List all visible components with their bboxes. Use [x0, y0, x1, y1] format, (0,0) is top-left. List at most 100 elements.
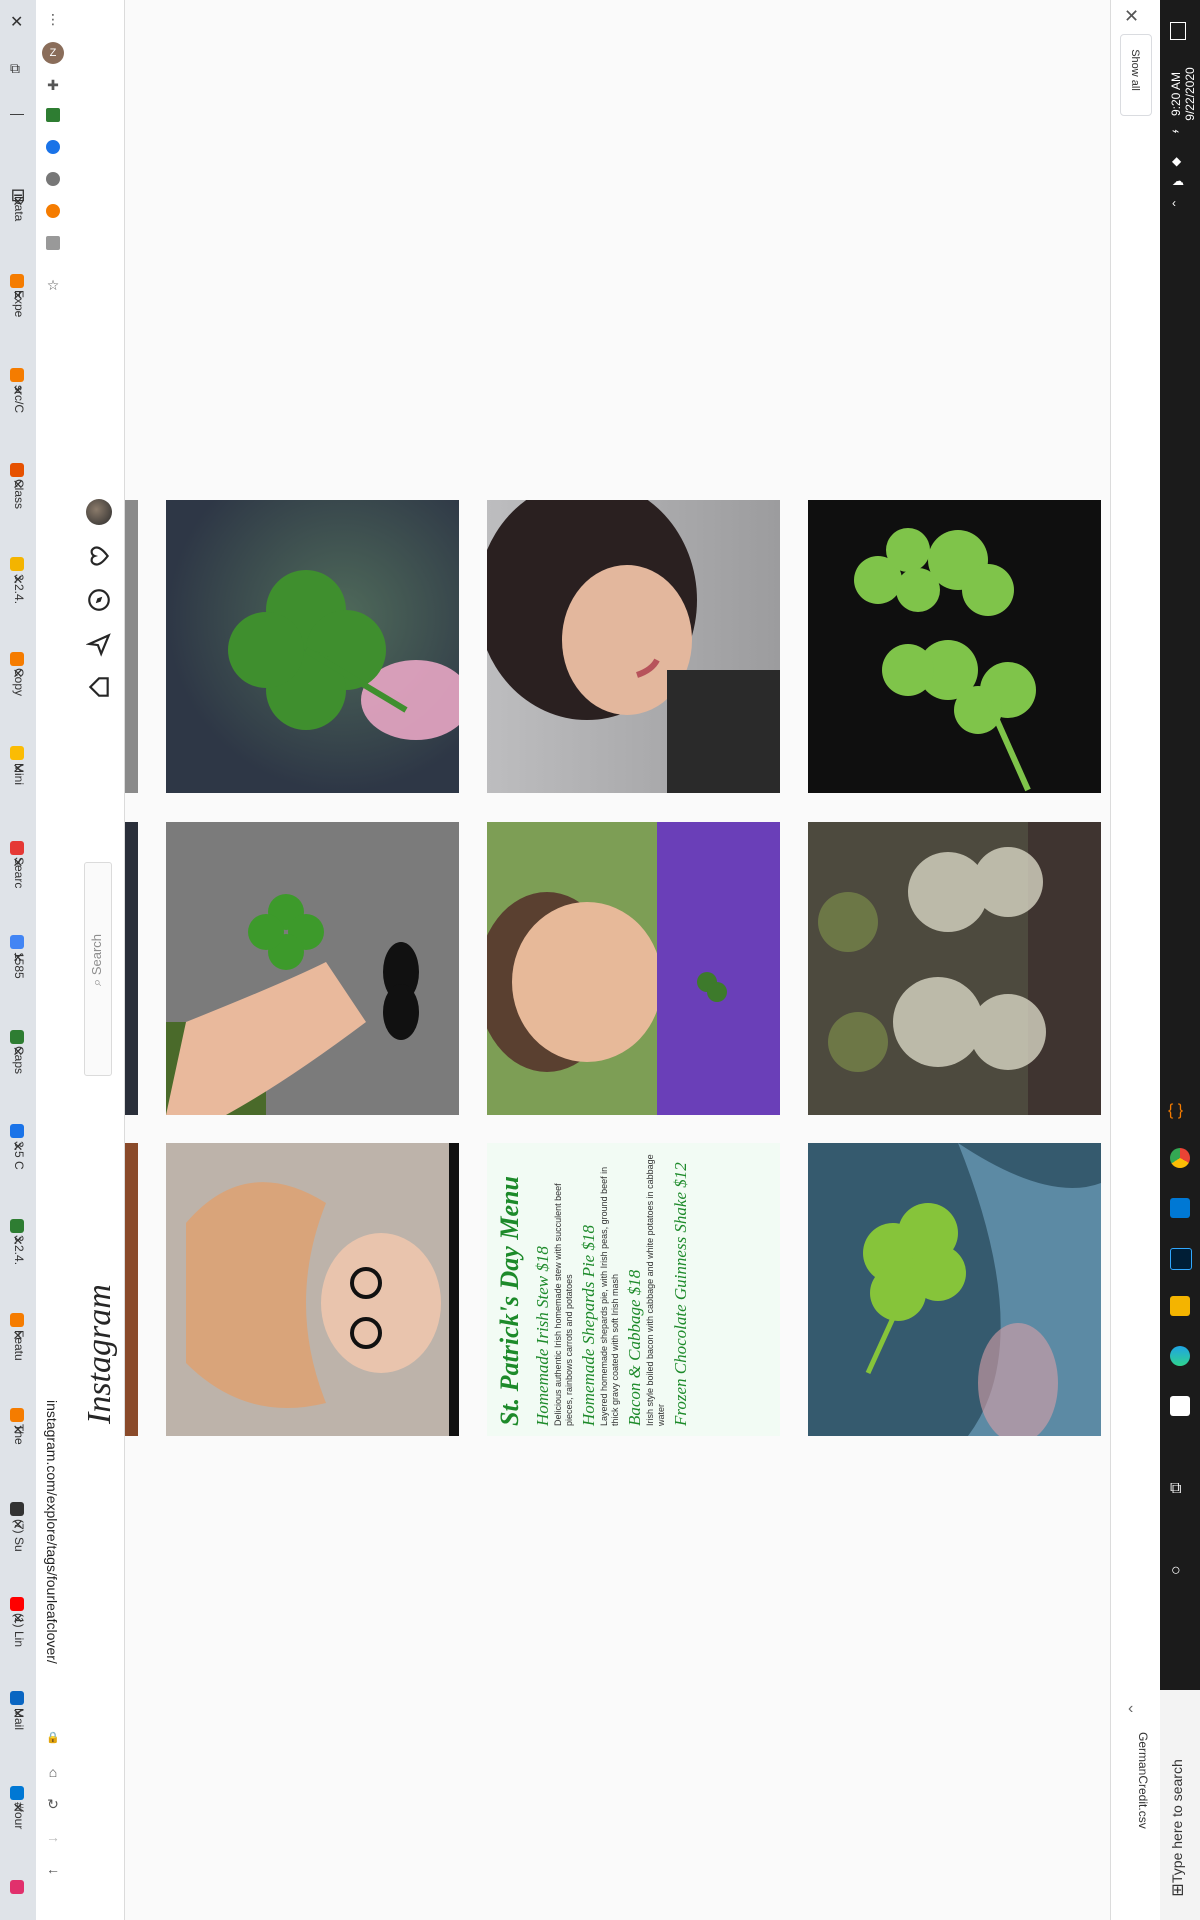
extension-icon-4[interactable]: [46, 204, 60, 218]
post-tile-clovers-sequins[interactable]: [808, 500, 1101, 793]
browser-tab[interactable]: The ✕: [0, 1422, 36, 1516]
office-taskbar-icon[interactable]: [1170, 1396, 1190, 1416]
tab-close-icon[interactable]: ✕: [10, 288, 26, 304]
tab-close-icon[interactable]: ✕: [10, 855, 26, 871]
extensions-icon[interactable]: ✚: [42, 74, 64, 96]
tab-close-icon[interactable]: ✕: [10, 1044, 26, 1060]
menu-item-name: Homemade Shepards Pie $18: [579, 1225, 598, 1426]
partial-post-tile[interactable]: [125, 1143, 138, 1436]
onedrive-icon[interactable]: ☁: [1172, 174, 1184, 188]
windows-taskbar: [1160, 0, 1200, 1920]
outlook-taskbar-icon[interactable]: [1170, 1198, 1190, 1218]
direct-messages-icon[interactable]: [86, 631, 112, 657]
brackets-taskbar-icon[interactable]: { }: [1168, 1102, 1183, 1120]
download-options-chevron-icon[interactable]: ‹: [1128, 1700, 1133, 1718]
browser-tab[interactable]: Featu ✕: [0, 1328, 36, 1422]
windows-start-icon[interactable]: ⊞: [1171, 1880, 1184, 1900]
browser-tab[interactable]: Mail ✕: [0, 1706, 36, 1800]
tab-close-icon[interactable]: ✕: [10, 1139, 26, 1155]
browser-tab[interactable]: Copy ✕: [0, 666, 36, 760]
edge-taskbar-icon[interactable]: [1170, 1346, 1190, 1366]
post-tile-st-patricks-menu[interactable]: St. Patrick's Day Menu Homemade Irish Ste…: [487, 1143, 780, 1436]
instagram-logo[interactable]: Instagram: [81, 1284, 119, 1424]
restore-window-icon[interactable]: ⧉: [10, 60, 20, 77]
tab-close-icon[interactable]: ✕: [10, 1611, 26, 1627]
post-tile-clover-tulip[interactable]: [166, 500, 459, 793]
browser-tab[interactable]: Caps ✕: [0, 1044, 36, 1138]
extension-icon-3[interactable]: [46, 172, 60, 186]
lock-icon: 🔒: [46, 1732, 60, 1744]
back-icon[interactable]: ←: [42, 1858, 64, 1880]
browser-tab[interactable]: Class ✕: [0, 477, 36, 571]
menu-item-description: Layered homemade shepards pie, with Iris…: [599, 1166, 620, 1426]
file-explorer-taskbar-icon[interactable]: [1170, 1296, 1190, 1316]
menu-icon[interactable]: ⋮: [42, 8, 64, 30]
post-tile-woman-portrait[interactable]: [487, 500, 780, 793]
close-window-icon[interactable]: ✕: [10, 12, 23, 32]
photoshop-taskbar-icon[interactable]: [1170, 1248, 1192, 1270]
tab-close-icon[interactable]: ✕: [10, 666, 26, 682]
profile-avatar[interactable]: Z: [42, 42, 64, 64]
tab-close-icon[interactable]: ✕: [10, 950, 26, 966]
explore-compass-icon[interactable]: [86, 587, 112, 613]
tab-close-icon[interactable]: ✕: [10, 1706, 26, 1722]
menu-title: St. Patrick's Day Menu: [495, 1176, 524, 1426]
profile-avatar-icon[interactable]: [86, 499, 112, 525]
tab-close-icon[interactable]: ✕: [10, 572, 26, 588]
menu-item-description: Irish style boiled bacon with cabbage an…: [645, 1154, 666, 1426]
post-tile-woman-glasses[interactable]: [166, 1143, 459, 1436]
reload-icon[interactable]: ↻: [42, 1793, 64, 1815]
home-icon[interactable]: ⌂: [42, 1761, 64, 1783]
extension-icon-1[interactable]: [46, 108, 60, 122]
browser-tab[interactable]: 3.5 C ✕: [0, 1139, 36, 1233]
notifications-icon[interactable]: [1170, 22, 1186, 40]
taskbar-clock[interactable]: 9:20 AM 9/22/2020: [1169, 39, 1197, 149]
forward-icon[interactable]: →: [42, 1826, 64, 1848]
chrome-taskbar-icon[interactable]: [1170, 1148, 1190, 1168]
window-layout-icon[interactable]: ⊟: [6, 185, 30, 209]
browser-tab[interactable]: Searc ✕: [0, 855, 36, 949]
post-tile-clover-denim[interactable]: [808, 1143, 1101, 1436]
post-image: [487, 822, 780, 1115]
tab-close-icon[interactable]: ✕: [10, 1800, 26, 1816]
clock-time: 9:20 AM: [1169, 71, 1183, 117]
task-view-icon[interactable]: ⧉: [1170, 1480, 1181, 1498]
post-image: [854, 528, 1036, 792]
browser-tab[interactable]: (1) Lin ✕: [0, 1611, 36, 1705]
minimize-window-icon[interactable]: —: [10, 105, 24, 121]
menu-content: St. Patrick's Day Menu Homemade Irish Ste…: [487, 1143, 780, 1436]
partial-post-tile[interactable]: [125, 822, 138, 1115]
download-shelf: [1110, 0, 1161, 1920]
browser-tab[interactable]: 1585 ✕: [0, 950, 36, 1044]
tab-close-icon[interactable]: ✕: [10, 383, 26, 399]
browser-tab[interactable]: Expe ✕: [0, 288, 36, 382]
tab-close-icon[interactable]: ✕: [10, 1517, 26, 1533]
post-tile-child-smiling[interactable]: [487, 822, 780, 1115]
tab-close-icon[interactable]: ✕: [10, 1422, 26, 1438]
browser-tab[interactable]: 3.2.4. ✕: [0, 572, 36, 666]
extension-icon-5[interactable]: [46, 236, 60, 250]
home-nav-icon[interactable]: [86, 674, 112, 700]
browser-tab[interactable]: Mini ✕: [0, 761, 36, 855]
post-tile-resin-clovers[interactable]: [808, 822, 1101, 1115]
tab-close-icon[interactable]: ✕: [10, 761, 26, 777]
tab-close-icon[interactable]: ✕: [10, 477, 26, 493]
browser-tab[interactable]: (7) Su ✕: [0, 1517, 36, 1611]
close-shelf-icon[interactable]: ✕: [1124, 6, 1139, 27]
download-file-name[interactable]: GermanCredit.csv: [1136, 1732, 1150, 1862]
activity-heart-icon[interactable]: [86, 543, 112, 569]
browser-tab[interactable]: 3.2.4. ✕: [0, 1233, 36, 1327]
cortana-icon[interactable]: ○: [1171, 1562, 1181, 1580]
address-bar[interactable]: instagram.com/explore/tags/fourleafclove…: [44, 1400, 60, 1720]
tab-close-icon[interactable]: ✕: [10, 1328, 26, 1344]
browser-tab[interactable]: src/C ✕: [0, 383, 36, 477]
partial-post-tile[interactable]: [125, 500, 138, 793]
browser-tab[interactable]: #four ✕: [0, 1800, 36, 1894]
post-tile-hand-clover[interactable]: [166, 822, 459, 1115]
search-icon: ⌕: [89, 975, 104, 987]
tab-close-icon[interactable]: ✕: [10, 1233, 26, 1249]
extension-icon-2[interactable]: [46, 140, 60, 154]
dropbox-icon[interactable]: ◆: [1172, 154, 1181, 168]
show-hidden-icons-chevron-icon[interactable]: ‹: [1172, 196, 1176, 210]
bookmark-star-icon[interactable]: ☆: [42, 274, 64, 296]
